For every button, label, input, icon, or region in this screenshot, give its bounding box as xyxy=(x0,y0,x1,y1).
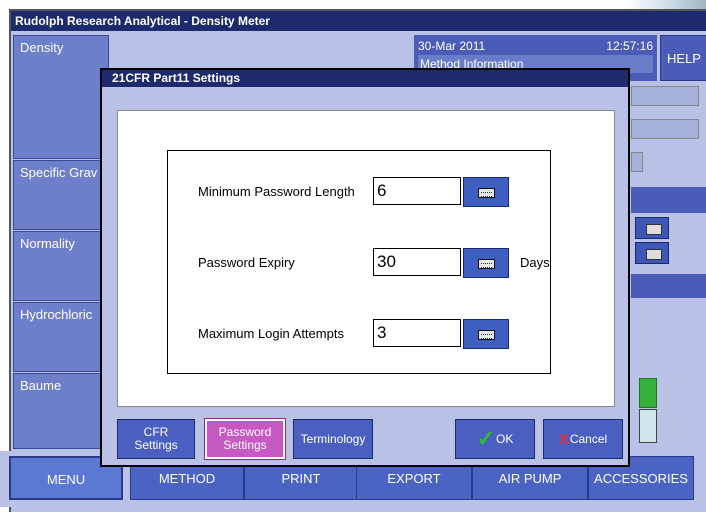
max-login-attempts-keyboard-button[interactable] xyxy=(463,319,509,349)
gauge-label: Specific Grav xyxy=(20,165,98,180)
password-settings-line1: Password xyxy=(218,425,272,439)
password-expiry-keyboard-button[interactable] xyxy=(463,248,509,278)
x-icon: X xyxy=(558,430,569,448)
password-settings-line2: Settings xyxy=(223,438,267,452)
date-display: 30-Mar 2011 xyxy=(418,39,486,53)
right-band-2 xyxy=(631,274,706,298)
keyboard-icon xyxy=(478,188,495,198)
max-login-attempts-field[interactable]: 3 xyxy=(373,319,461,347)
password-settings-tab-label: Password Settings xyxy=(219,426,272,452)
password-expiry-unit: Days xyxy=(520,255,550,270)
gauge-label: Baume xyxy=(20,378,62,393)
right-band-1 xyxy=(631,187,706,213)
gauge-specific-gravity[interactable]: Specific Grav xyxy=(13,160,109,230)
gauge-normality[interactable]: Normality xyxy=(13,231,109,301)
min-password-length-keyboard-button[interactable] xyxy=(463,177,509,207)
keyboard-icon xyxy=(478,259,495,269)
cfr-settings-line1: CFR xyxy=(143,425,169,439)
max-login-attempts-label: Maximum Login Attempts xyxy=(198,326,344,341)
password-settings-group: Minimum Password Length 6 Password Expir… xyxy=(167,150,551,374)
right-keyboard-icon-1[interactable] xyxy=(635,217,669,239)
right-field-2 xyxy=(631,119,699,139)
terminology-tab[interactable]: Terminology xyxy=(293,419,373,459)
ok-label: OK xyxy=(496,431,514,446)
password-expiry-field[interactable]: 30 xyxy=(373,248,461,276)
cfr-settings-dialog: 21CFR Part11 Settings Minimum Password L… xyxy=(100,68,630,467)
help-button[interactable]: HELP xyxy=(660,35,706,81)
password-settings-tab[interactable]: Password Settings xyxy=(204,418,286,460)
cancel-button[interactable]: X Cancel xyxy=(543,419,623,459)
gauge-label: Hydrochloric xyxy=(20,307,93,322)
gauge-baume[interactable]: Baume xyxy=(13,373,109,449)
cancel-label: Cancel xyxy=(569,431,608,446)
screen: Rudolph Research Analytical - Density Me… xyxy=(0,0,706,512)
keyboard-icon xyxy=(478,330,495,340)
cfr-settings-tab[interactable]: CFR Settings xyxy=(117,419,195,459)
ok-button[interactable]: ✓ OK xyxy=(455,419,535,459)
dialog-title: 21CFR Part11 Settings xyxy=(102,70,628,87)
checkmark-icon: ✓ xyxy=(476,426,496,451)
gauge-hydrochloric[interactable]: Hydrochloric xyxy=(13,302,109,372)
dialog-body: Minimum Password Length 6 Password Expir… xyxy=(117,110,615,407)
right-field-3 xyxy=(631,152,643,172)
app-title-bar: Rudolph Research Analytical - Density Me… xyxy=(11,11,706,31)
right-field-1 xyxy=(631,86,699,106)
gauge-label: Density xyxy=(20,40,64,55)
min-password-length-field[interactable]: 6 xyxy=(373,177,461,205)
teal-status-box xyxy=(639,409,657,443)
gauge-density[interactable]: Density xyxy=(13,35,109,159)
green-status-box xyxy=(639,378,657,408)
gauge-label: Normality xyxy=(20,236,75,251)
cfr-settings-line2: Settings xyxy=(134,438,178,452)
password-expiry-label: Password Expiry xyxy=(198,255,295,270)
min-password-length-label: Minimum Password Length xyxy=(198,184,355,199)
right-keyboard-icon-2[interactable] xyxy=(635,242,669,264)
time-display: 12:57:16 xyxy=(606,39,653,53)
cfr-settings-tab-label: CFR Settings xyxy=(134,426,177,452)
